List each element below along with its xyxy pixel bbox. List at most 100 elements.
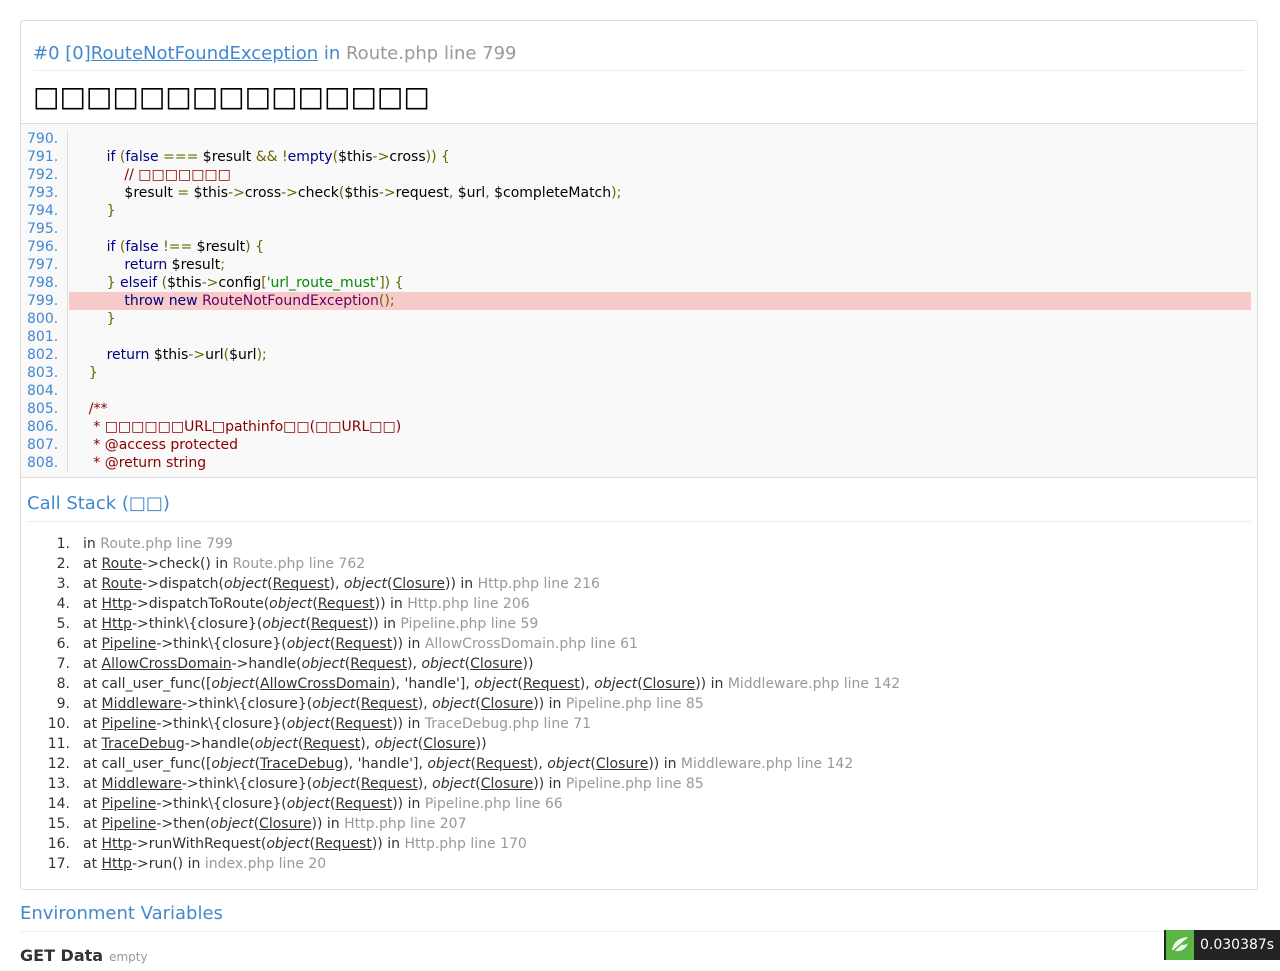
class-name-link[interactable]: Http [102, 596, 132, 612]
source-line: 807. * @access protected [27, 436, 1251, 454]
class-name-link[interactable]: Closure [596, 756, 648, 772]
call-stack-text: ), [532, 756, 548, 772]
class-name-link[interactable]: Request [476, 756, 533, 772]
class-name-link[interactable]: TraceDebug [260, 756, 343, 772]
call-stack-text: at call_user_func([ [83, 756, 212, 772]
call-stack-text: at [83, 656, 102, 672]
call-stack-index: 15. [47, 816, 70, 832]
call-stack-item: 10. at Pipeline->think\{closure}(object(R… [27, 714, 1251, 734]
call-stack-text: at [83, 596, 102, 612]
call-stack-index: 5. [56, 616, 70, 632]
call-stack-index: 7. [56, 656, 70, 672]
line-gutter [67, 418, 68, 436]
class-name-link[interactable]: Request [361, 696, 418, 712]
line-number: 792. [27, 167, 59, 183]
call-stack-text: ), [579, 676, 595, 692]
get-data-label: GET Data [20, 946, 104, 965]
arg-type: object [262, 616, 306, 632]
class-name-link[interactable]: Middleware [102, 776, 182, 792]
class-name-link[interactable]: Pipeline [102, 636, 157, 652]
line-gutter [67, 292, 68, 310]
exception-file-line: Route.php line 799 [345, 43, 517, 64]
arg-type: object [210, 816, 254, 832]
class-name-link[interactable]: Pipeline [102, 796, 157, 812]
class-name-link[interactable]: Request [303, 736, 360, 752]
environment-section: Environment Variables GET Data empty [20, 902, 1258, 967]
line-number: 808. [27, 455, 59, 471]
call-stack-text: )) in [392, 796, 425, 812]
class-name-link[interactable]: Http [102, 616, 132, 632]
call-stack-text: ), [360, 736, 375, 752]
call-stack-text: ->then( [156, 816, 211, 832]
call-stack-text: )) in [367, 616, 401, 632]
source-line-code: if (false === $result && !empty($this->c… [106, 149, 450, 165]
call-stack-file-line: AllowCrossDomain.php line 61 [424, 636, 638, 652]
class-name-link[interactable]: Request [315, 836, 372, 852]
call-stack-item: 1. in Route.php line 799 [27, 534, 1251, 554]
source-line-code: /** [71, 401, 108, 417]
class-name-link[interactable]: Pipeline [102, 716, 157, 732]
call-stack-file-line: Pipeline.php line 59 [400, 616, 539, 632]
line-gutter [67, 454, 68, 472]
class-name-link[interactable]: Closure [481, 696, 533, 712]
class-name-link[interactable]: Closure [393, 576, 445, 592]
call-stack-text: ), 'handle'], [343, 756, 428, 772]
class-name-link[interactable]: Request [361, 776, 418, 792]
source-line: 790. [27, 130, 1251, 148]
error-message: □□□□□□□□□□□□□□□ [33, 80, 430, 113]
class-name-link[interactable]: AllowCrossDomain [260, 676, 390, 692]
class-name-link[interactable]: Closure [259, 816, 311, 832]
arg-type: object [254, 736, 298, 752]
call-stack-file-line: Middleware.php line 142 [680, 756, 854, 772]
call-stack-text: at [83, 816, 102, 832]
call-stack-file-line: Route.php line 762 [232, 556, 366, 572]
call-stack-file-line: Http.php line 170 [404, 836, 527, 852]
call-stack-text: ), [407, 656, 422, 672]
line-gutter [67, 202, 68, 220]
source-line: 799. throw new RouteNotFoundException(); [27, 292, 1251, 310]
class-name-link[interactable]: Request [335, 716, 392, 732]
get-data-title: GET Data empty [20, 946, 1258, 967]
class-name-link[interactable]: Closure [481, 776, 533, 792]
class-name-link[interactable]: Request [523, 676, 580, 692]
class-name-link[interactable]: Closure [643, 676, 695, 692]
class-name-link[interactable]: Route [102, 556, 143, 572]
class-name-link[interactable]: Route [102, 576, 143, 592]
class-name-link[interactable]: Closure [423, 736, 475, 752]
trace-badge[interactable]: 0.030387s [1164, 930, 1280, 960]
class-name-link[interactable]: Request [273, 576, 330, 592]
call-stack-item: 13. at Middleware->think\{closure}(object… [27, 774, 1251, 794]
class-name-link[interactable]: Http [102, 856, 132, 872]
call-stack-index: 4. [56, 596, 70, 612]
line-gutter [67, 184, 68, 202]
class-name-link[interactable]: Request [318, 596, 375, 612]
arg-type: object [286, 796, 330, 812]
class-name-link[interactable]: Http [102, 836, 132, 852]
call-stack-item: 9. at Middleware->think\{closure}(object(… [27, 694, 1251, 714]
get-data-empty-note: empty [109, 950, 148, 964]
arg-type: object [547, 756, 591, 772]
arg-type: object [432, 776, 476, 792]
exception-class-link[interactable]: RouteNotFoundException [91, 43, 318, 64]
class-name-link[interactable]: Request [311, 616, 368, 632]
source-line: 798. } elseif ($this->config['url_route_… [27, 274, 1251, 292]
call-stack-index: 9. [56, 696, 70, 712]
arg-type: object [312, 696, 356, 712]
source-line: 792. // □□□□□□□ [27, 166, 1251, 184]
class-name-link[interactable]: Request [350, 656, 407, 672]
class-name-link[interactable]: Closure [470, 656, 522, 672]
call-stack-file-line: Pipeline.php line 85 [565, 776, 704, 792]
line-number: 801. [27, 329, 59, 345]
class-name-link[interactable]: AllowCrossDomain [102, 656, 232, 672]
class-name-link[interactable]: TraceDebug [102, 736, 185, 752]
class-name-link[interactable]: Request [335, 636, 392, 652]
arg-type: object [343, 576, 388, 592]
call-stack-index: 8. [56, 676, 70, 692]
source-code-block: 790. 791. if (false === $result && !empty… [21, 123, 1257, 478]
call-stack-item: 2. at Route->check() in Route.php line 76… [27, 554, 1251, 574]
class-name-link[interactable]: Middleware [102, 696, 182, 712]
call-stack-list: 1. in Route.php line 799 2. at Route->check… [27, 534, 1251, 874]
class-name-link[interactable]: Request [335, 796, 392, 812]
call-stack-index: 11. [47, 736, 70, 752]
class-name-link[interactable]: Pipeline [102, 816, 157, 832]
